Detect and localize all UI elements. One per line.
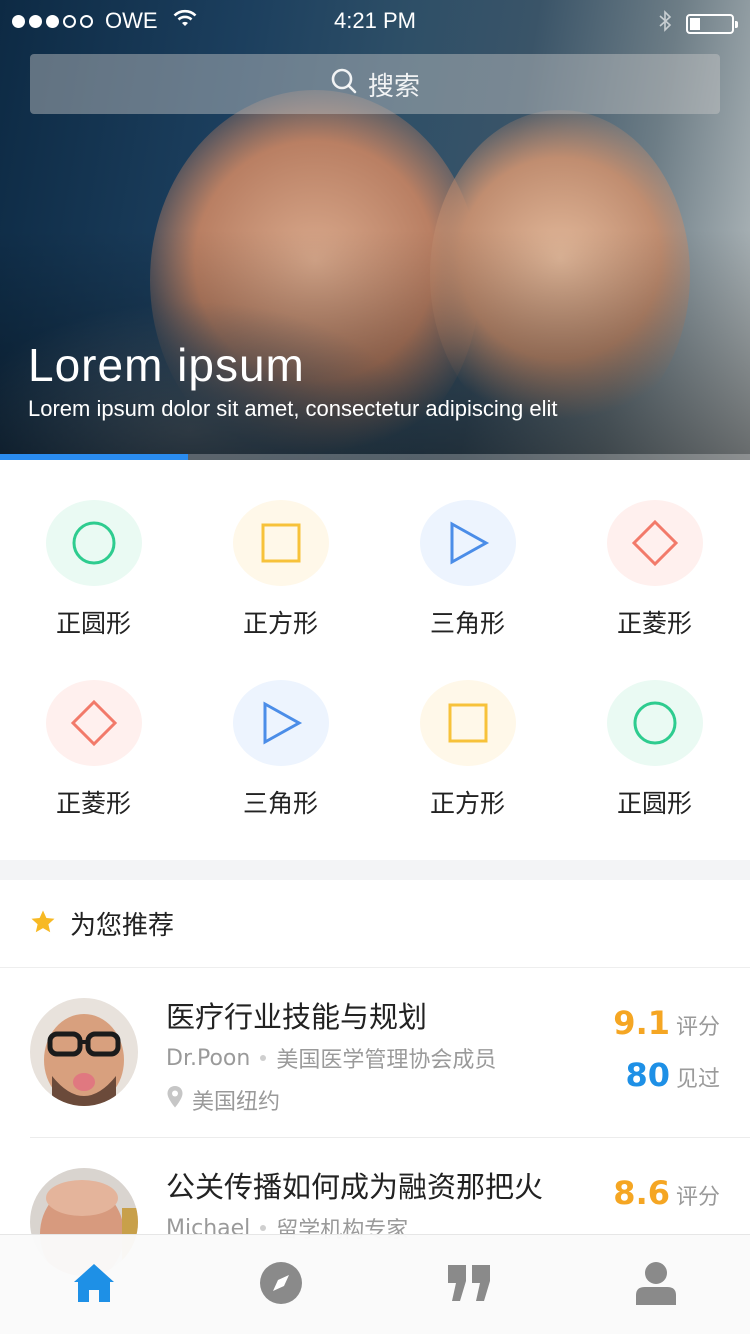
tab-home[interactable]: [0, 1235, 188, 1334]
home-icon: [72, 1262, 116, 1308]
hero-title: Lorem ipsum: [28, 339, 305, 391]
category-item[interactable]: 三角形: [374, 460, 561, 640]
recommend-header: 为您推荐: [0, 880, 750, 968]
diamond-icon: [606, 500, 703, 586]
category-label: 正圆形: [55, 609, 131, 638]
hero-banner[interactable]: OWE 4:21 PM 搜索 Lorem ipsum Lorem ipsum d…: [0, 0, 750, 460]
item-meta: Dr.Poon 美国医学管理协会成员: [166, 1042, 496, 1074]
meta-separator: [260, 1225, 267, 1231]
tab-bar: [0, 1234, 750, 1334]
bluetooth-icon: [658, 10, 672, 38]
square-icon: [419, 680, 516, 766]
battery-icon: [686, 14, 738, 34]
quote-icon: [446, 1263, 492, 1307]
category-label: 正方形: [429, 789, 505, 818]
item-score: 9.1 评分: [613, 1004, 720, 1042]
category-item[interactable]: 正方形: [187, 460, 374, 640]
item-seen: 80 见过: [625, 1056, 720, 1094]
compass-icon: [259, 1261, 303, 1309]
seen-value: 80: [625, 1056, 670, 1094]
tab-discover[interactable]: [188, 1235, 376, 1334]
tab-quotes[interactable]: [375, 1235, 563, 1334]
hero-subtitle: Lorem ipsum dolor sit amet, consectetur …: [28, 396, 558, 421]
status-right: [658, 10, 738, 38]
location-pin-icon: [166, 1085, 184, 1115]
category-item[interactable]: 正圆形: [561, 640, 748, 820]
category-label: 正方形: [242, 609, 318, 638]
category-label: 正菱形: [55, 789, 131, 818]
category-label: 三角形: [242, 789, 318, 818]
category-label: 三角形: [429, 609, 505, 638]
search-placeholder: 搜索: [367, 71, 420, 102]
item-title: 医疗行业技能与规划: [166, 1000, 428, 1034]
search-icon: [330, 67, 358, 102]
seen-label: 见过: [675, 1067, 720, 1092]
star-icon: [30, 909, 56, 939]
search-bar[interactable]: 搜索: [30, 54, 720, 114]
score-label: 评分: [675, 1015, 720, 1040]
user-icon: [635, 1261, 677, 1309]
item-location: 美国纽约: [166, 1084, 280, 1116]
item-role: 美国医学管理协会成员: [276, 1048, 497, 1073]
category-item[interactable]: 正菱形: [561, 460, 748, 640]
item-title: 公关传播如何成为融资那把火: [166, 1170, 544, 1204]
score-value: 9.1: [613, 1004, 670, 1042]
category-item[interactable]: 正菱形: [0, 640, 187, 820]
triangle-icon: [419, 500, 516, 586]
tab-profile[interactable]: [563, 1235, 750, 1334]
status-time: 4:21 PM: [334, 8, 416, 33]
meta-separator: [260, 1055, 267, 1061]
triangle-icon: [232, 680, 329, 766]
category-grid: 正圆形 正方形 三角形 正菱形 正菱形 三角形 正方形 正圆形: [0, 460, 750, 860]
category-label: 正圆形: [616, 789, 692, 818]
circle-icon: [45, 500, 142, 586]
circle-icon: [606, 680, 703, 766]
recommend-title: 为您推荐: [70, 911, 175, 941]
screen: OWE 4:21 PM 搜索 Lorem ipsum Lorem ipsum d…: [0, 0, 750, 1334]
score-label: 评分: [675, 1185, 720, 1210]
status-bar: OWE 4:21 PM: [0, 0, 750, 40]
diamond-icon: [45, 680, 142, 766]
category-label: 正菱形: [616, 609, 692, 638]
item-author: Dr.Poon: [166, 1045, 251, 1071]
category-item[interactable]: 正圆形: [0, 460, 187, 640]
list-item[interactable]: 医疗行业技能与规划 Dr.Poon 美国医学管理协会成员 美国纽约 9.1 评分…: [0, 968, 750, 1138]
battery-fill: [690, 18, 700, 30]
item-score: 8.6 评分: [613, 1174, 720, 1212]
category-item[interactable]: 正方形: [374, 640, 561, 820]
square-icon: [232, 500, 329, 586]
section-divider: [0, 860, 750, 880]
score-value: 8.6: [613, 1174, 670, 1212]
category-item[interactable]: 三角形: [187, 640, 374, 820]
location-text: 美国纽约: [192, 1090, 281, 1115]
avatar: [30, 998, 138, 1106]
